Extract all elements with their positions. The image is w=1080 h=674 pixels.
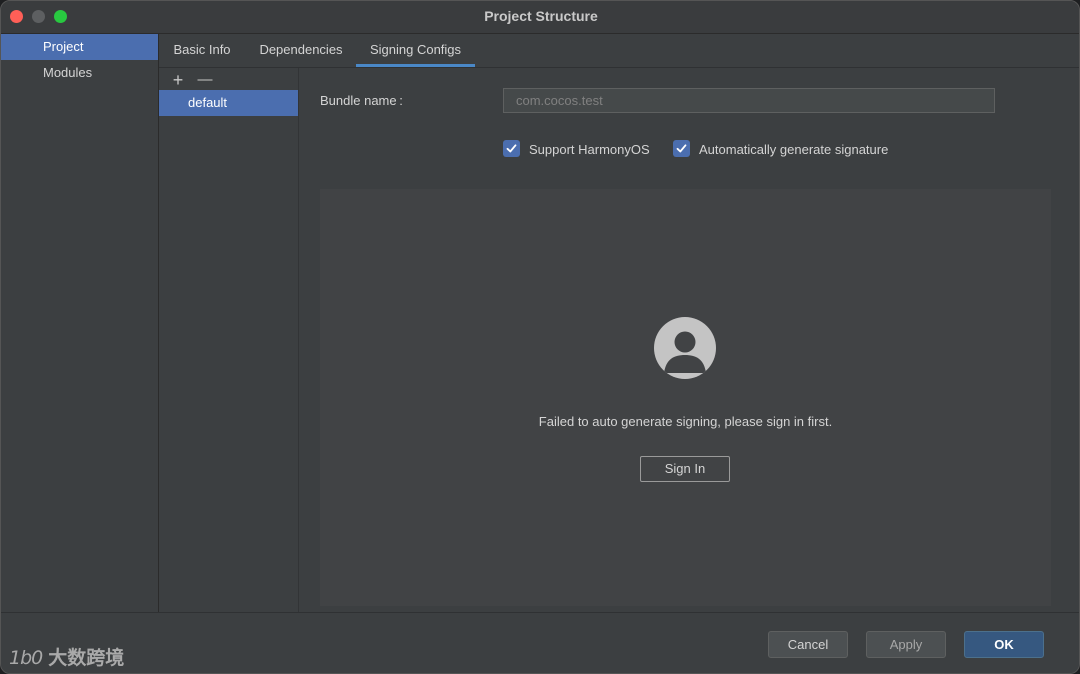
auto-generate-signature-label: Automatically generate signature <box>699 142 889 157</box>
bundle-name-field[interactable]: com.cocos.test <box>503 88 995 113</box>
tab-signing-configs[interactable]: Signing Configs <box>356 34 475 67</box>
support-harmonyos-label: Support HarmonyOS <box>529 142 650 157</box>
checkmark-icon <box>676 144 687 153</box>
plus-icon[interactable]: + <box>168 70 188 90</box>
signing-config-form: Bundle name : com.cocos.test Support Har… <box>299 68 1079 612</box>
title-bar: Project Structure <box>1 1 1079 34</box>
dialog-footer: Cancel Apply OK <box>1 612 1079 673</box>
sidebar-item-modules[interactable]: Modules <box>1 60 158 86</box>
sign-in-panel: Failed to auto generate signing, please … <box>320 189 1051 606</box>
sign-in-button[interactable]: Sign In <box>640 456 730 482</box>
signing-configs-list: + — default <box>159 68 299 612</box>
tab-dependencies[interactable]: Dependencies <box>251 34 351 67</box>
bundle-name-label: Bundle name : <box>320 93 403 108</box>
watermark-logo: 1b0 <box>9 647 43 669</box>
project-structure-window: Project Structure Project Modules Basic … <box>0 0 1080 674</box>
sign-in-message: Failed to auto generate signing, please … <box>538 414 833 429</box>
sidebar-item-project[interactable]: Project <box>1 34 158 60</box>
auto-generate-signature-checkbox[interactable] <box>673 140 690 157</box>
minus-icon[interactable]: — <box>195 70 215 90</box>
tab-basic-info[interactable]: Basic Info <box>163 34 241 67</box>
support-harmonyos-checkbox[interactable] <box>503 140 520 157</box>
config-item-default[interactable]: default <box>159 90 298 116</box>
apply-button[interactable]: Apply <box>866 631 946 658</box>
user-avatar-icon <box>654 317 716 379</box>
tab-bar: Basic Info Dependencies Signing Configs <box>159 34 1079 68</box>
cancel-button[interactable]: Cancel <box>768 631 848 658</box>
watermark-text: 大数跨境 <box>48 648 125 669</box>
watermark: 1b0 大数跨境 <box>9 643 124 670</box>
checkmark-icon <box>506 144 517 153</box>
ok-button[interactable]: OK <box>964 631 1044 658</box>
sidebar: Project Modules <box>1 34 159 612</box>
window-title: Project Structure <box>484 8 598 24</box>
